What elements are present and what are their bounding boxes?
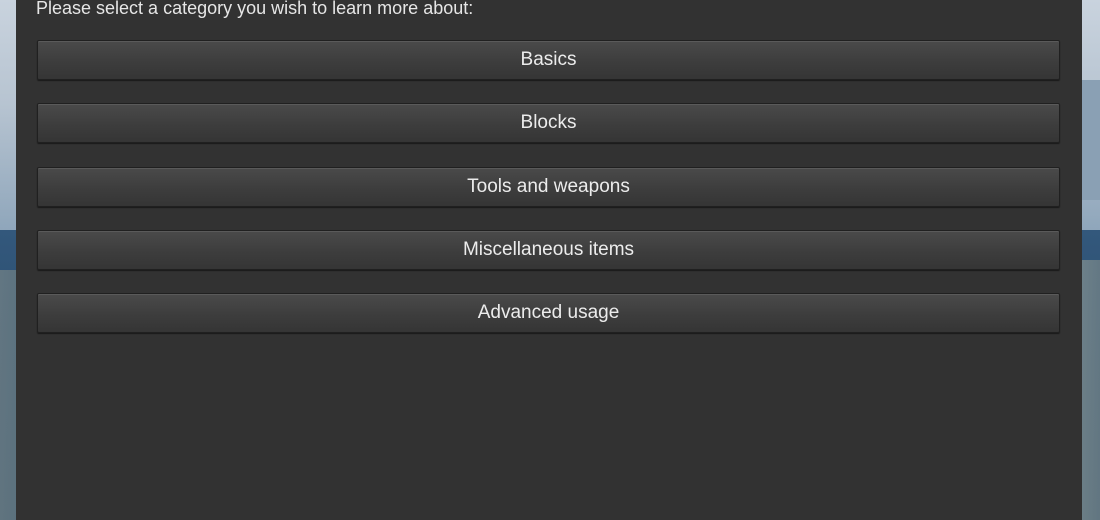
category-prompt: Please select a category you wish to lea… xyxy=(36,0,474,18)
category-button-advanced-usage[interactable]: Advanced usage xyxy=(37,293,1060,333)
category-button-blocks[interactable]: Blocks xyxy=(37,103,1060,143)
category-button-basics[interactable]: Basics xyxy=(37,40,1060,80)
category-button-miscellaneous-items[interactable]: Miscellaneous items xyxy=(37,230,1060,270)
category-button-tools-and-weapons[interactable]: Tools and weapons xyxy=(37,167,1060,207)
help-category-dialog: Please select a category you wish to lea… xyxy=(16,0,1082,520)
